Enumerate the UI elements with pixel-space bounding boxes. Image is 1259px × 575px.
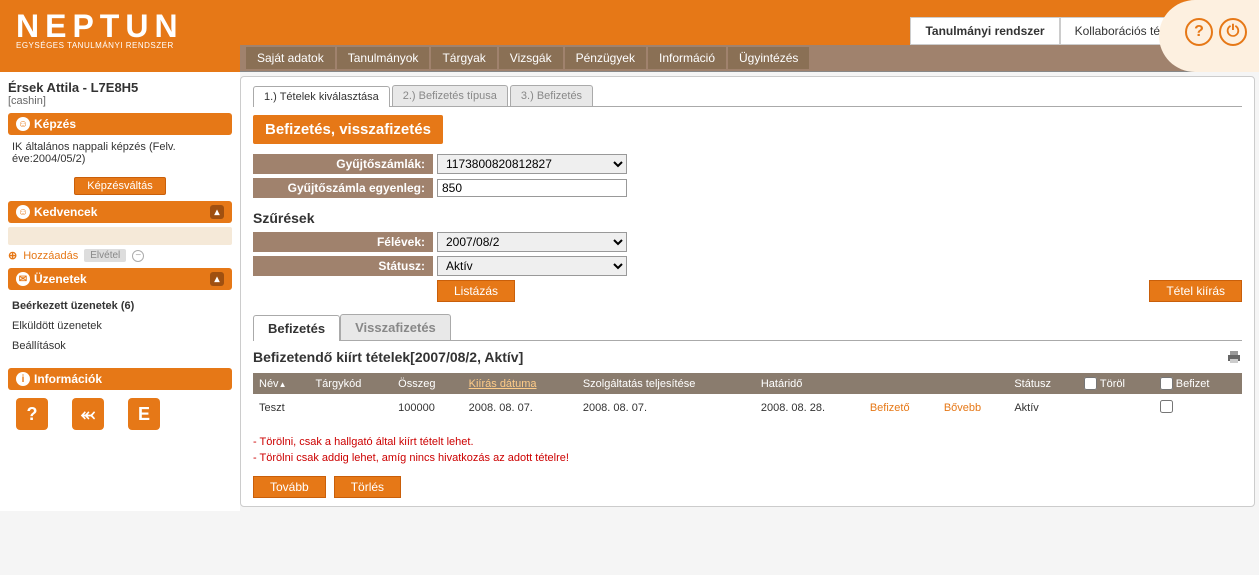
header: NEPTUN EGYSÉGES TANULMÁNYI RENDSZER Tanu… <box>0 0 1259 72</box>
messages-inbox-link[interactable]: Beérkezett üzenetek (6) <box>12 296 228 316</box>
training-text: IK általános nappali képzés (Felv. éve:2… <box>8 135 232 171</box>
semester-label: Félévek: <box>253 232 433 252</box>
page-title: Befizetés, visszafizetés <box>253 115 443 144</box>
cell-code <box>309 394 392 422</box>
messages-settings-link[interactable]: Beállítások <box>12 336 228 356</box>
user-role: [cashin] <box>8 95 232 107</box>
info-help-icon[interactable]: ? <box>16 398 48 430</box>
filters-title: Szűrések <box>253 210 1242 226</box>
favorites-add-link[interactable]: Hozzáadás <box>23 250 78 262</box>
step-tab-3[interactable]: 3.) Befizetés <box>510 85 593 106</box>
help-icon[interactable]: ? <box>1185 18 1213 46</box>
main-content: 1.) Tételek kiválasztása 2.) Befizetés t… <box>240 76 1255 507</box>
menu-subjects[interactable]: Tárgyak <box>431 47 496 69</box>
favorites-remove-button[interactable]: Elvétel <box>84 249 126 262</box>
delete-all-checkbox[interactable] <box>1084 377 1097 390</box>
cell-deadline: 2008. 08. 28. <box>755 394 864 422</box>
minus-icon: − <box>132 250 144 262</box>
subtab-payment[interactable]: Befizetés <box>253 315 340 341</box>
logo-subtitle: EGYSÉGES TANULMÁNYI RENDSZER <box>16 41 224 50</box>
items-table: Név▲ Tárgykód Összeg Kiírás dátuma Szolg… <box>253 373 1242 422</box>
sidebar: Érsek Attila - L7E8H5 [cashin] ☺Képzés I… <box>0 72 240 511</box>
menu-studies[interactable]: Tanulmányok <box>337 47 430 69</box>
collapse-icon[interactable]: ▴ <box>210 272 224 286</box>
new-item-button[interactable]: Tétel kiírás <box>1149 280 1242 302</box>
semester-select[interactable]: 2007/08/2 <box>437 232 627 252</box>
collapse-icon[interactable]: ▴ <box>210 205 224 219</box>
menu-information[interactable]: Információ <box>648 47 726 69</box>
cell-status: Aktív <box>1008 394 1078 422</box>
training-switch-button[interactable]: Képzésváltás <box>74 177 165 195</box>
account-select[interactable]: 1173800820812827 <box>437 154 627 174</box>
print-icon[interactable] <box>1226 350 1242 364</box>
logo: NEPTUN EGYSÉGES TANULMÁNYI RENDSZER <box>0 0 240 72</box>
cell-amount: 100000 <box>392 394 462 422</box>
tab-study-system[interactable]: Tanulmányi rendszer <box>910 17 1059 45</box>
balance-field[interactable] <box>437 179 627 197</box>
list-button[interactable]: Listázás <box>437 280 515 302</box>
menu-own-data[interactable]: Saját adatok <box>246 47 335 69</box>
col-amount[interactable]: Összeg <box>392 373 462 394</box>
delete-button[interactable]: Törlés <box>334 476 401 498</box>
menu-administration[interactable]: Ügyintézés <box>728 47 809 69</box>
info-tree-icon[interactable]: ⬻ <box>72 398 104 430</box>
panel-favorites-header[interactable]: ☺Kedvencek ▴ <box>8 201 232 223</box>
cell-service: 2008. 08. 07. <box>577 394 755 422</box>
next-button[interactable]: Tovább <box>253 476 326 498</box>
cell-name: Teszt <box>253 394 309 422</box>
table-row: Teszt 100000 2008. 08. 07. 2008. 08. 07.… <box>253 394 1242 422</box>
warning-text: - Törölni, csak a hallgató által kiírt t… <box>253 434 1242 466</box>
col-code[interactable]: Tárgykód <box>309 373 392 394</box>
user-name: Érsek Attila - L7E8H5 <box>8 80 232 95</box>
main-menu: Saját adatok Tanulmányok Tárgyak Vizsgák… <box>240 45 1259 72</box>
col-date[interactable]: Kiírás dátuma <box>463 373 577 394</box>
cell-date: 2008. 08. 07. <box>463 394 577 422</box>
step-tab-1[interactable]: 1.) Tételek kiválasztása <box>253 86 390 107</box>
plus-icon: ⊕ <box>8 249 17 262</box>
payer-link[interactable]: Befizető <box>870 402 910 414</box>
favorites-empty-slot <box>8 227 232 245</box>
status-select[interactable]: Aktív <box>437 256 627 276</box>
messages-sent-link[interactable]: Elküldött üzenetek <box>12 316 228 336</box>
power-icon[interactable]: ⏻ <box>1219 18 1247 46</box>
info-e-icon[interactable]: E <box>128 398 160 430</box>
subtab-refund[interactable]: Visszafizetés <box>340 314 451 340</box>
more-link[interactable]: Bővebb <box>944 402 981 414</box>
balance-label: Gyűjtőszámla egyenleg: <box>253 178 433 198</box>
smiley-icon: ☺ <box>16 117 30 131</box>
col-delete[interactable]: Töröl <box>1078 373 1154 394</box>
top-tabs: Tanulmányi rendszer Kollaborációs tér <box>910 17 1179 45</box>
col-service[interactable]: Szolgáltatás teljesítése <box>577 373 755 394</box>
logo-title: NEPTUN <box>16 8 224 45</box>
panel-training-header[interactable]: ☺Képzés <box>8 113 232 135</box>
smiley-icon: ☺ <box>16 205 30 219</box>
col-pay[interactable]: Befizet <box>1154 373 1242 394</box>
step-tab-2[interactable]: 2.) Befizetés típusa <box>392 85 508 106</box>
envelope-icon: ✉ <box>16 272 30 286</box>
status-label: Státusz: <box>253 256 433 276</box>
col-deadline[interactable]: Határidő <box>755 373 864 394</box>
panel-info-header[interactable]: iInformációk <box>8 368 232 390</box>
panel-messages-header[interactable]: ✉Üzenetek ▴ <box>8 268 232 290</box>
menu-exams[interactable]: Vizsgák <box>499 47 563 69</box>
list-title: Befizetendő kiírt tételek[2007/08/2, Akt… <box>253 349 523 365</box>
menu-finances[interactable]: Pénzügyek <box>565 47 646 69</box>
pay-all-checkbox[interactable] <box>1160 377 1173 390</box>
pay-row-checkbox[interactable] <box>1160 400 1173 413</box>
account-label: Gyűjtőszámlák: <box>253 154 433 174</box>
info-icon: i <box>16 372 30 386</box>
col-name[interactable]: Név▲ <box>253 373 309 394</box>
col-status[interactable]: Státusz <box>1008 373 1078 394</box>
